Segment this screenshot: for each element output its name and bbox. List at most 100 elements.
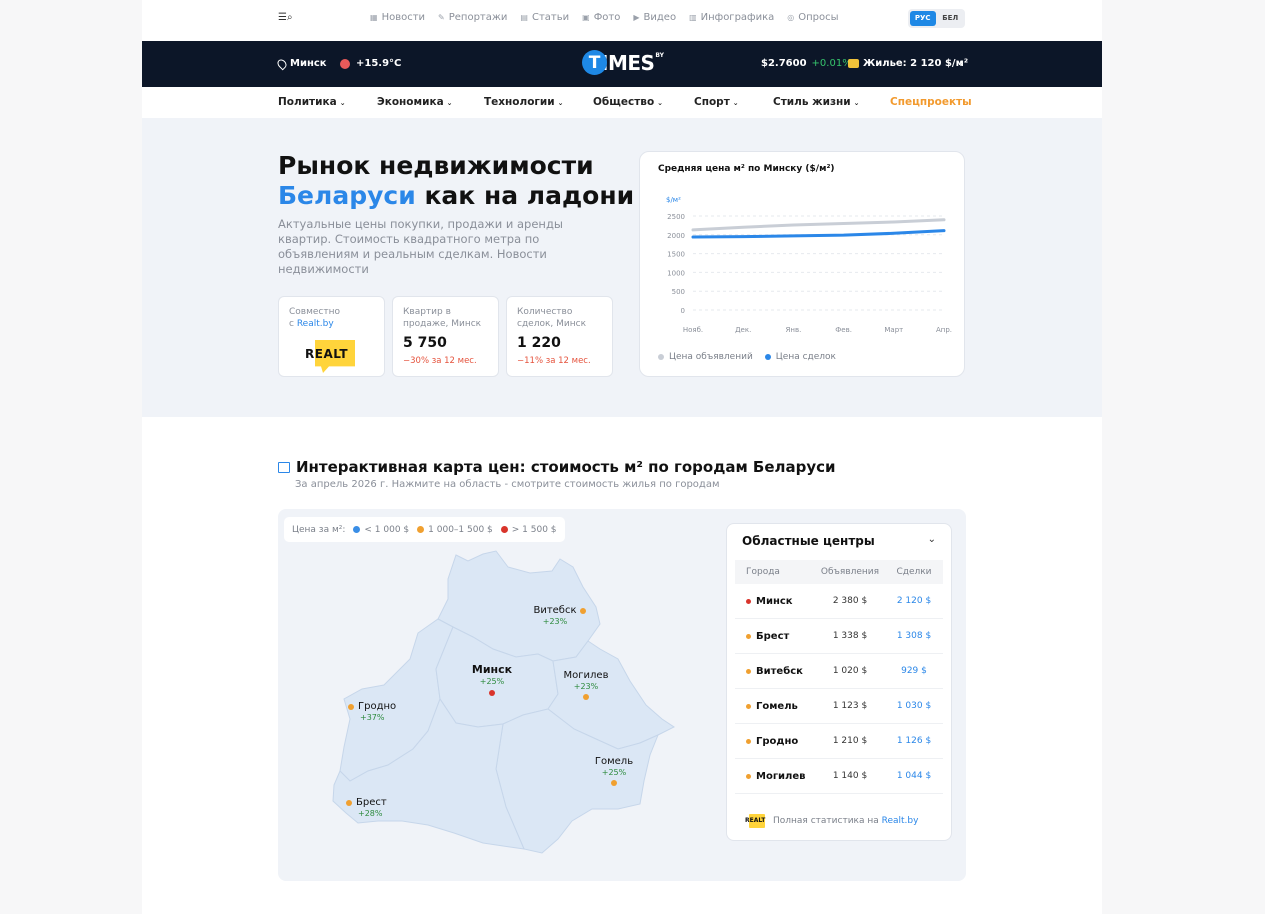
table-row[interactable]: Витебск 1 020 $ 929 $ — [735, 654, 943, 689]
hero-title-rest: как на ладони — [415, 181, 635, 210]
city-dot — [583, 694, 589, 700]
realt-link[interactable]: Realt.by — [882, 816, 919, 826]
lang-be-button[interactable]: БЕЛ — [938, 11, 964, 26]
location[interactable]: Минск — [275, 57, 327, 70]
city-name: Брест — [356, 797, 387, 808]
city-label: Минск — [290, 58, 327, 69]
deals-cell[interactable]: 929 $ — [885, 666, 943, 676]
table-row[interactable]: Могилев 1 140 $ 1 044 $ — [735, 759, 943, 794]
deals-cell[interactable]: 1 308 $ — [885, 631, 943, 641]
hero-subtitle: Актуальные цены покупки, продажи и аренд… — [278, 217, 563, 276]
listings-cell: 1 140 $ — [832, 771, 868, 781]
category-2[interactable]: Технологии ⌄ — [484, 96, 564, 108]
section-links: ▦ Новости ✎ Репортажи ▤ Статьи ▣ Фото ▶ Видео ▥ Инф… — [370, 12, 839, 23]
weather[interactable]: +15.9°C — [340, 58, 401, 69]
top-nav: ☰⌕ ▦ Новости ✎ Репортажи ▤ Статьи ▣ Фото ▶ Видео ▥… — [142, 0, 1102, 41]
city-name: Витебск — [533, 605, 576, 616]
category-3[interactable]: Общество ⌄ — [593, 96, 663, 108]
city-dot — [346, 800, 352, 806]
city-change: +25% — [602, 768, 627, 777]
nav-link-label: Новости — [381, 12, 426, 23]
category-1[interactable]: Экономика ⌄ — [377, 96, 453, 108]
y-tick-label: 1500 — [667, 251, 685, 259]
category-6[interactable]: Спецпроекты — [890, 96, 972, 108]
city-cell: Гродно — [735, 736, 815, 747]
x-tick-label: Нояб. — [683, 326, 703, 334]
nav-link-0[interactable]: ▦ Новости — [370, 12, 425, 23]
legend-item: Цена сделок — [764, 352, 836, 362]
articles-icon: ▤ — [520, 13, 528, 22]
partner-card[interactable]: Совместно с Realt.by REALT — [278, 296, 385, 377]
photo-icon: ▣ — [582, 13, 590, 22]
category-5[interactable]: Стиль жизни ⌄ — [773, 96, 860, 108]
header-bar: Минск +15.9°C T IMES BY $2.7600 +0.01% Ж… — [142, 41, 1102, 87]
housing-price[interactable]: Жилье: 2 120 $/м² — [848, 58, 968, 69]
stat-card-listings: Квартир в продаже, Минск 5 750 −30% за 1… — [392, 296, 499, 377]
listings-cell: 1 123 $ — [832, 701, 868, 711]
nav-link-3[interactable]: ▣ Фото — [582, 12, 620, 23]
table-row[interactable]: Минск 2 380 $ 2 120 $ — [735, 584, 943, 619]
usd-rate[interactable]: $2.7600 +0.01% — [761, 58, 852, 69]
centers-title: Областные центры — [742, 534, 875, 548]
y-tick-label: 2000 — [667, 232, 685, 240]
x-tick-label: Янв. — [786, 326, 802, 334]
city-change: +23% — [543, 617, 568, 626]
site-logo[interactable]: T IMES BY — [582, 50, 664, 75]
city-cell: Брест — [735, 631, 815, 642]
chevron-right-icon[interactable]: › — [959, 56, 964, 70]
nav-link-label: Фото — [593, 12, 621, 23]
menu-search-icon[interactable]: ☰⌕ — [278, 12, 296, 24]
deals-cell[interactable]: 1 044 $ — [885, 771, 943, 781]
nav-link-4[interactable]: ▶ Видео — [633, 12, 676, 23]
listings-cell: 2 380 $ — [832, 596, 868, 606]
logo-suffix: BY — [655, 52, 665, 59]
logo-text: IMES — [601, 50, 655, 75]
col-header-deals: Сделки — [896, 567, 932, 577]
category-0[interactable]: Политика ⌄ — [278, 96, 346, 108]
listings-cell: 1 020 $ — [832, 666, 868, 676]
city-name: Могилев — [564, 670, 609, 681]
city-dot — [348, 704, 354, 710]
infographic-icon: ▥ — [689, 13, 697, 22]
nav-link-6[interactable]: ◎ Опросы — [787, 12, 838, 23]
realt-logo: REALT — [305, 340, 361, 373]
lang-ru-button[interactable]: РУС — [910, 11, 936, 26]
price-legend-label: Цена за м²: — [292, 524, 346, 535]
chart-title: Средняя цена м² по Минску ($/м²) — [658, 164, 835, 174]
news-icon: ▦ — [370, 13, 378, 22]
city-cell: Гомель — [735, 701, 815, 712]
category-label: Политика — [278, 96, 337, 108]
city-name: Гродно — [358, 701, 396, 712]
table-row[interactable]: Гомель 1 123 $ 1 030 $ — [735, 689, 943, 724]
hero-section: Рынок недвижимости Беларуси как на ладон… — [142, 118, 1102, 417]
table-row[interactable]: Брест 1 338 $ 1 308 $ — [735, 619, 943, 654]
y-tick-label: 500 — [672, 288, 685, 296]
category-nav: Политика ⌄ Экономика ⌄ Технологии ⌄ Общество ⌄ С… — [142, 87, 1102, 118]
housing-price-value: Жилье: 2 120 $/м² — [863, 58, 969, 69]
nav-link-2[interactable]: ▤ Статьи — [520, 12, 569, 23]
stat-change: −11% за 12 мес. — [517, 356, 591, 366]
partner-link[interactable]: Realt.by — [297, 319, 334, 329]
chevron-down-icon[interactable]: ⌄ — [928, 534, 936, 545]
series-line — [691, 229, 946, 239]
deals-cell[interactable]: 1 126 $ — [885, 736, 943, 746]
table-row[interactable]: Гродно 1 210 $ 1 126 $ — [735, 724, 943, 759]
belarus-map[interactable]: Витебск+23%Минск+25%Могилев+23%Гродно+37… — [278, 509, 726, 881]
city-dot — [489, 690, 495, 696]
nav-link-1[interactable]: ✎ Репортажи — [438, 12, 507, 23]
category-4[interactable]: Спорт ⌄ — [694, 96, 739, 108]
y-tick-label: 2500 — [667, 213, 685, 221]
table-header: Города Объявления Сделки — [735, 560, 943, 584]
price-chart-card: $/м² 0 500 1000 1500 2000 2500 Нояб. Дек. Янв. Фев… — [639, 151, 965, 377]
weather-icon — [340, 58, 350, 69]
nav-link-5[interactable]: ▥ Инфографика — [689, 12, 774, 23]
deals-cell[interactable]: 2 120 $ — [885, 596, 943, 606]
nav-link-label: Статьи — [531, 12, 570, 23]
y-tick-label: 1000 — [667, 269, 685, 277]
language-switch: РУС БЕЛ — [908, 9, 965, 28]
map-icon — [278, 461, 290, 473]
col-header-city: Города — [746, 567, 780, 577]
deals-cell[interactable]: 1 030 $ — [885, 701, 943, 711]
nav-link-label: Репортажи — [448, 12, 508, 23]
chevron-down-icon: ⌄ — [339, 99, 346, 107]
